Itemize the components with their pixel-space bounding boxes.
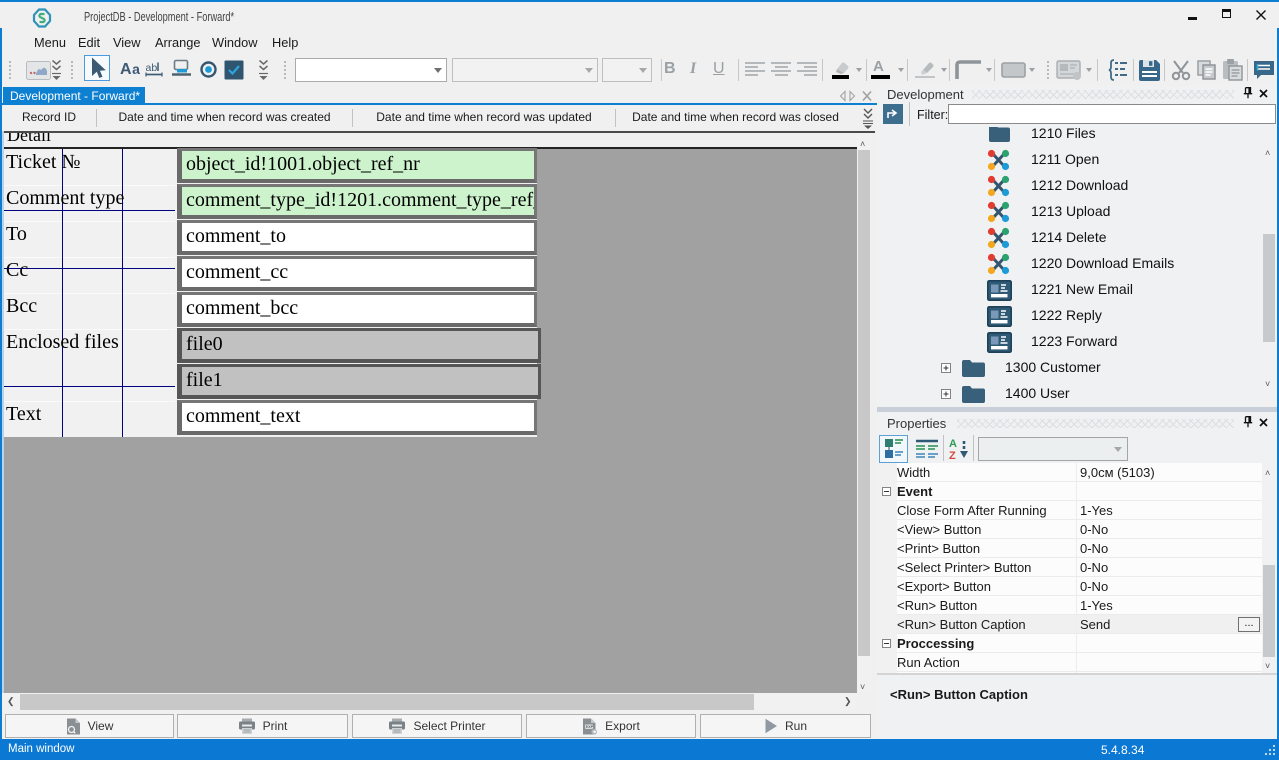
svg-text:A: A (949, 438, 957, 450)
svg-text:EXP: EXP (586, 725, 594, 729)
svg-text:ab: ab (146, 62, 158, 74)
svg-text:Z: Z (949, 450, 956, 461)
